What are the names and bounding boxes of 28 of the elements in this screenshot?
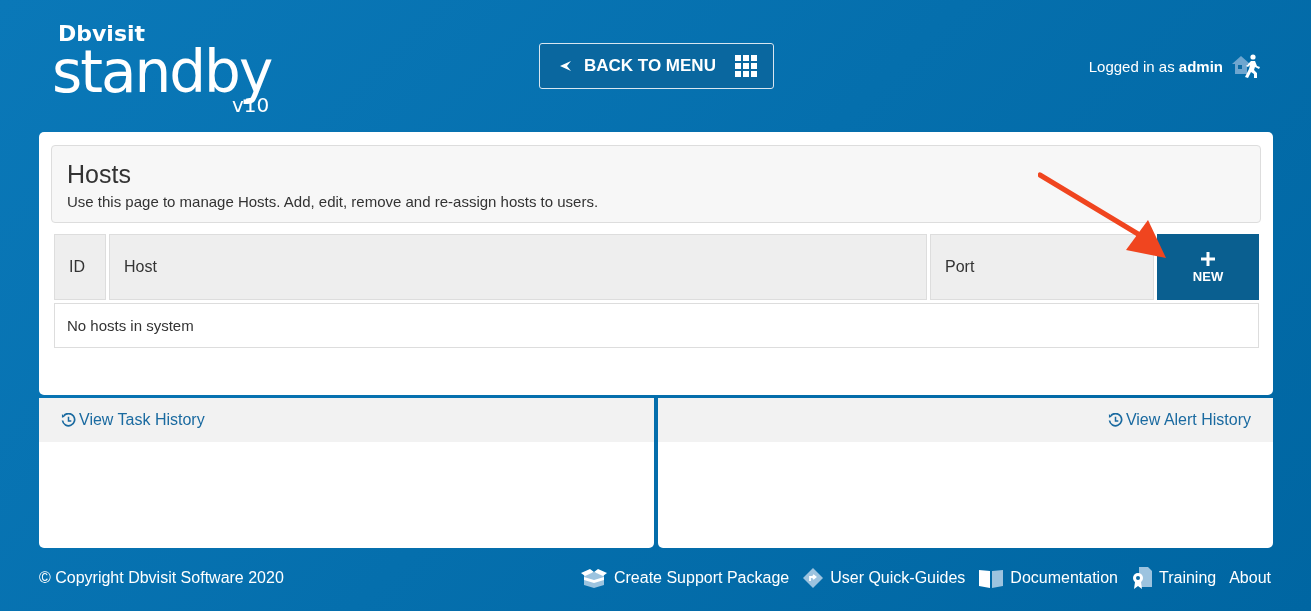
- footer-link[interactable]: Documentation: [978, 568, 1118, 588]
- column-header: Port: [930, 234, 1154, 300]
- history-icon: [61, 412, 76, 428]
- direction-sign-icon: [802, 567, 825, 589]
- footer-link[interactable]: Training: [1130, 566, 1217, 590]
- logout-icon[interactable]: [1231, 53, 1261, 79]
- arrow-left-icon: [560, 61, 572, 71]
- footer-link[interactable]: User Quick-Guides: [802, 567, 966, 589]
- page-title: Hosts: [67, 160, 132, 189]
- copyright-text: © Copyright Dbvisit Software 2020: [39, 569, 284, 587]
- column-header: ID: [54, 234, 106, 300]
- new-host-button[interactable]: NEW: [1157, 234, 1259, 300]
- history-icon: [1107, 412, 1123, 428]
- footer-link[interactable]: Create Support Package: [579, 568, 790, 588]
- logged-in-text: Logged in as admin: [1088, 57, 1223, 75]
- column-header: Host: [109, 234, 927, 300]
- empty-table-message: No hosts in system: [54, 303, 1259, 348]
- book-icon: [978, 568, 1005, 588]
- plus-icon: [1200, 250, 1216, 267]
- page-description: Use this page to manage Hosts. Add, edit, remove and re-assign hosts to users.: [67, 193, 600, 210]
- logo-brand: Dbvisit: [58, 23, 147, 46]
- open-box-icon: [579, 568, 608, 588]
- grid-icon: [735, 55, 757, 77]
- history-link[interactable]: View Alert History: [1107, 411, 1251, 429]
- history-link[interactable]: View Task History: [61, 411, 205, 429]
- footer-link[interactable]: About: [1229, 569, 1271, 587]
- certificate-icon: [1130, 566, 1153, 590]
- back-to-menu-button[interactable]: BACK TO MENU: [539, 43, 774, 89]
